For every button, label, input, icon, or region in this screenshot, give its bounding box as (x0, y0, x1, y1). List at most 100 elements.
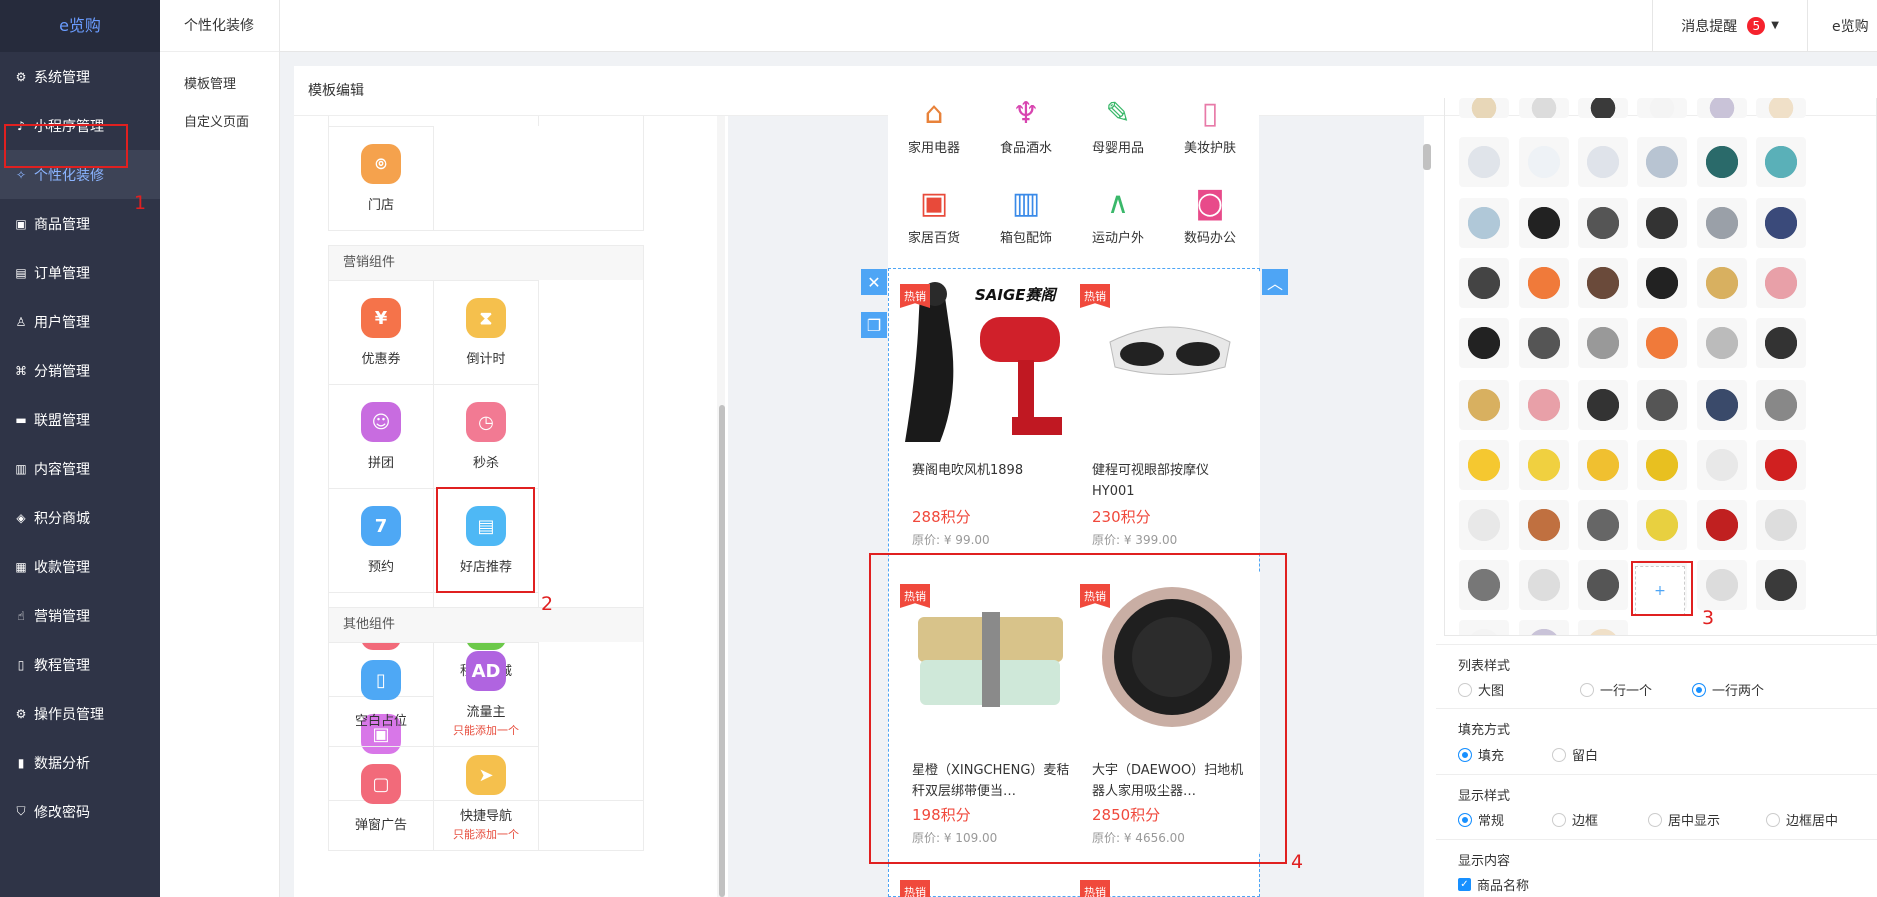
sidebar-item[interactable]: ♙ 用户管理 (0, 297, 160, 346)
component-item[interactable]: AD 流量主 只能添加一个 (434, 642, 539, 746)
product-thumbnail[interactable] (1459, 137, 1509, 187)
component-item[interactable]: ◷ 秒杀 (434, 384, 539, 488)
display-style-radio[interactable]: 居中显示 (1648, 810, 1720, 829)
sidebar-item[interactable]: ☝ 营销管理 (0, 591, 160, 640)
component-item[interactable]: 7 预约 (329, 488, 434, 592)
product-thumbnail[interactable] (1459, 620, 1509, 635)
product-thumbnail[interactable] (1519, 440, 1569, 490)
sub-nav-custom-page[interactable]: 自定义页面 (160, 104, 279, 142)
product-thumbnail[interactable] (1519, 198, 1569, 248)
move-up-button[interactable]: ︿ (1262, 269, 1288, 295)
product-thumbnail[interactable] (1578, 380, 1628, 430)
product-thumbnail[interactable] (1697, 380, 1747, 430)
product-thumbnail[interactable] (1637, 98, 1687, 118)
sub-nav-template-manage[interactable]: 模板管理 (160, 66, 279, 104)
product-thumbnail[interactable] (1519, 137, 1569, 187)
product-thumbnail[interactable] (1519, 318, 1569, 368)
user-menu[interactable]: e览购 (1807, 0, 1877, 51)
component-store[interactable]: ⌾ 门店 (329, 126, 434, 230)
product-thumbnail[interactable] (1519, 500, 1569, 550)
category-nav-item[interactable]: ∧ 运动户外 (1072, 164, 1164, 254)
component-item[interactable]: ¥ 优惠券 (329, 280, 434, 384)
delete-module-button[interactable]: ✕ (861, 269, 887, 295)
product-thumbnail[interactable] (1637, 318, 1687, 368)
component-item[interactable]: ⧗ 倒计时 (434, 280, 539, 384)
product-thumbnail[interactable] (1756, 137, 1806, 187)
category-nav-item[interactable]: ▥ 箱包配饰 (980, 164, 1072, 254)
product-thumbnail[interactable] (1756, 380, 1806, 430)
product-thumbnail[interactable] (1519, 560, 1569, 610)
product-thumbnail[interactable] (1756, 318, 1806, 368)
product-card[interactable]: 热销 健程可视眼部按摩仪HY001 230积分 原价: ¥ 399.00 (1080, 272, 1260, 552)
sidebar-item[interactable]: ▤ 订单管理 (0, 248, 160, 297)
product-thumbnail[interactable] (1519, 258, 1569, 308)
product-thumbnail[interactable] (1637, 500, 1687, 550)
product-thumbnail[interactable] (1459, 560, 1509, 610)
fill-mode-radio[interactable]: 填充 (1458, 745, 1504, 764)
display-style-radio[interactable]: 边框居中 (1766, 810, 1838, 829)
product-thumbnail[interactable] (1519, 620, 1569, 635)
product-thumbnail[interactable] (1459, 440, 1509, 490)
list-style-radio[interactable]: 大图 (1458, 680, 1504, 699)
product-thumbnail[interactable] (1756, 258, 1806, 308)
category-nav-item[interactable]: ✎ 母婴用品 (1072, 98, 1164, 164)
product-thumbnail[interactable] (1459, 500, 1509, 550)
display-style-radio[interactable]: 常规 (1458, 810, 1504, 829)
product-thumbnail[interactable] (1637, 380, 1687, 430)
copy-module-button[interactable]: ❐ (861, 312, 887, 338)
sidebar-item[interactable]: ⌘ 分销管理 (0, 346, 160, 395)
display-style-radio[interactable]: 边框 (1552, 810, 1598, 829)
list-style-radio[interactable]: 一行一个 (1580, 680, 1652, 699)
component-item[interactable]: ▯ 空白占位 (329, 642, 434, 746)
product-thumbnail[interactable] (1637, 198, 1687, 248)
product-thumbnail[interactable] (1459, 198, 1509, 248)
sidebar-item[interactable]: ◈ 积分商城 (0, 493, 160, 542)
fill-mode-radio[interactable]: 留白 (1552, 745, 1598, 764)
sidebar-item[interactable]: ▬ 联盟管理 (0, 395, 160, 444)
product-thumbnail[interactable] (1637, 258, 1687, 308)
product-thumbnail[interactable] (1756, 198, 1806, 248)
product-thumbnail[interactable] (1459, 318, 1509, 368)
product-card[interactable]: 热销 SAIGE赛阁 赛阁电吹风机1898 288积分 原价: ¥ 99.00 (900, 272, 1080, 552)
product-thumbnail[interactable] (1697, 98, 1747, 118)
component-item[interactable]: ➤ 快捷导航 只能添加一个 (434, 746, 539, 850)
category-nav-item[interactable]: ♆ 食品酒水 (980, 98, 1072, 164)
product-thumbnail[interactable] (1697, 198, 1747, 248)
show-product-name-checkbox[interactable]: ✓ 商品名称 (1458, 875, 1529, 894)
product-thumbnail[interactable] (1637, 137, 1687, 187)
product-thumbnail[interactable] (1578, 500, 1628, 550)
product-thumbnail[interactable] (1459, 380, 1509, 430)
preview-scrollbar-thumb[interactable] (1423, 144, 1431, 170)
message-reminder-button[interactable]: 消息提醒 5 ▼ (1652, 0, 1807, 51)
sidebar-item[interactable]: ▥ 内容管理 (0, 444, 160, 493)
product-thumbnail[interactable] (1578, 137, 1628, 187)
product-thumbnail[interactable] (1756, 500, 1806, 550)
component-scrollbar-thumb[interactable] (719, 405, 725, 897)
product-thumbnail[interactable] (1459, 258, 1509, 308)
sidebar-item[interactable]: ⚙ 操作员管理 (0, 689, 160, 738)
product-thumbnail[interactable] (1756, 98, 1806, 118)
category-nav-item[interactable]: ⌂ 家用电器 (888, 98, 980, 164)
product-thumbnail[interactable] (1578, 440, 1628, 490)
sidebar-item[interactable]: ⚙ 系统管理 (0, 52, 160, 101)
product-thumbnail[interactable] (1578, 98, 1628, 118)
product-thumbnail[interactable] (1637, 440, 1687, 490)
category-nav-item[interactable]: ▯ 美妆护肤 (1164, 98, 1256, 164)
product-thumbnail[interactable] (1697, 258, 1747, 308)
product-thumbnail[interactable] (1578, 560, 1628, 610)
product-thumbnail[interactable] (1697, 500, 1747, 550)
product-thumbnail[interactable] (1697, 440, 1747, 490)
product-thumbnail[interactable] (1578, 318, 1628, 368)
component-item[interactable]: ☺ 拼团 (329, 384, 434, 488)
product-thumbnail[interactable] (1697, 318, 1747, 368)
sidebar-item[interactable]: ▦ 收款管理 (0, 542, 160, 591)
product-thumbnail[interactable] (1756, 560, 1806, 610)
product-thumbnail[interactable] (1519, 380, 1569, 430)
sidebar-item[interactable]: ▯ 教程管理 (0, 640, 160, 689)
sidebar-item[interactable]: ⛉ 修改密码 (0, 787, 160, 836)
list-style-radio[interactable]: 一行两个 (1692, 680, 1764, 699)
product-thumbnail[interactable] (1756, 440, 1806, 490)
category-nav-item[interactable]: ◙ 数码办公 (1164, 164, 1256, 254)
product-thumbnail[interactable] (1578, 198, 1628, 248)
product-thumbnail[interactable] (1519, 98, 1569, 118)
